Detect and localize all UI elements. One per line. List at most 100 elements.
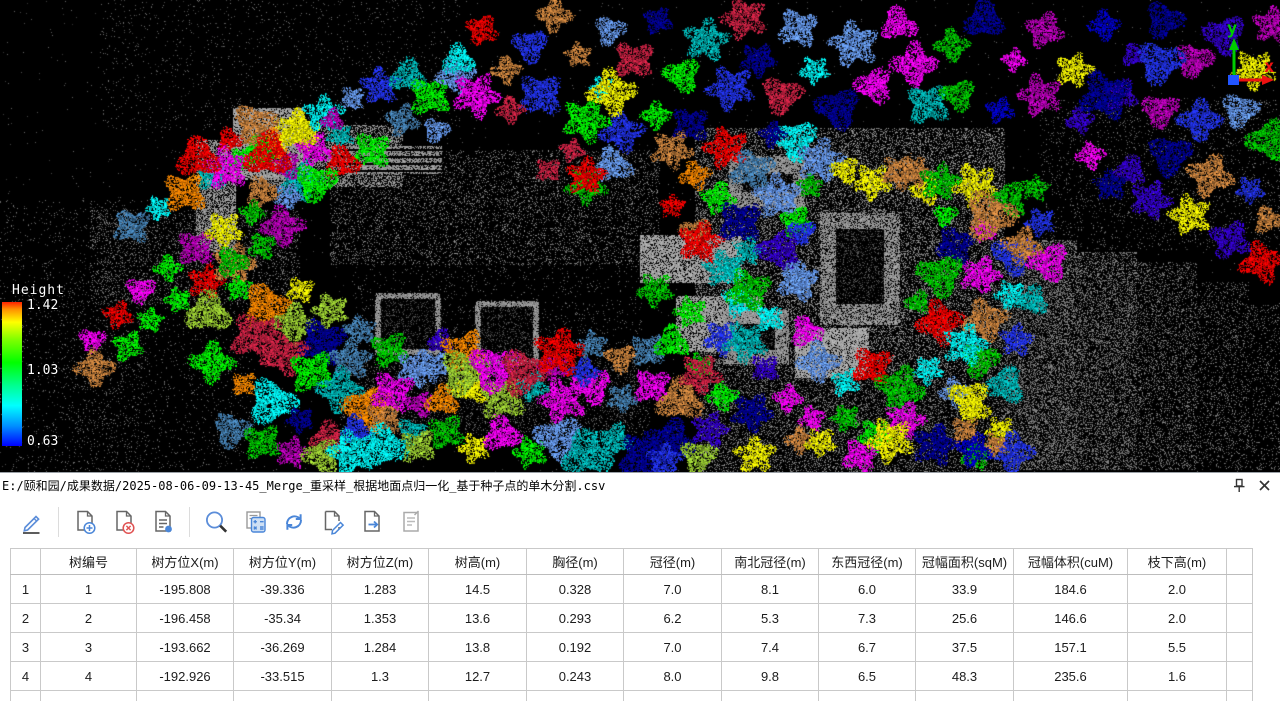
edit-pencil-button[interactable] bbox=[14, 504, 50, 540]
cell[interactable]: -33.515 bbox=[234, 662, 332, 691]
cell[interactable] bbox=[234, 691, 332, 701]
close-icon bbox=[1258, 479, 1271, 492]
cell[interactable]: -36.269 bbox=[234, 633, 332, 662]
statistics-icon bbox=[241, 508, 269, 536]
cell[interactable]: 2.0 bbox=[1128, 575, 1227, 604]
cell[interactable]: 7.4 bbox=[722, 633, 819, 662]
cell[interactable]: 8.1 bbox=[722, 575, 819, 604]
cell[interactable]: 184.6 bbox=[1014, 575, 1128, 604]
cell[interactable] bbox=[1227, 691, 1253, 701]
table-toolbar bbox=[0, 497, 1280, 546]
table-row: 22-196.458-35.341.35313.60.2936.25.37.32… bbox=[11, 604, 1253, 633]
cell[interactable]: 157.1 bbox=[1014, 633, 1128, 662]
cell[interactable]: 48.3 bbox=[916, 662, 1014, 691]
cell[interactable]: 4 bbox=[41, 662, 137, 691]
save-record-button[interactable] bbox=[145, 504, 181, 540]
cell[interactable]: 8.0 bbox=[624, 662, 722, 691]
save-record-icon bbox=[149, 508, 177, 536]
cell[interactable]: 0.293 bbox=[527, 604, 624, 633]
row-number[interactable]: 3 bbox=[11, 633, 41, 662]
modify-record-button[interactable] bbox=[315, 504, 351, 540]
add-record-button[interactable] bbox=[67, 504, 103, 540]
column-header-2[interactable]: 树方位X(m) bbox=[137, 549, 234, 575]
cell[interactable]: 0.328 bbox=[527, 575, 624, 604]
cell[interactable] bbox=[332, 691, 429, 701]
cell[interactable]: 1.284 bbox=[332, 633, 429, 662]
cell[interactable]: 6.7 bbox=[819, 633, 916, 662]
delete-record-button[interactable] bbox=[106, 504, 142, 540]
cell[interactable] bbox=[41, 691, 137, 701]
column-header-9[interactable]: 东西冠径(m) bbox=[819, 549, 916, 575]
cell[interactable]: 146.6 bbox=[1014, 604, 1128, 633]
cell[interactable]: 3 bbox=[41, 633, 137, 662]
export-record-button[interactable] bbox=[354, 504, 390, 540]
cell[interactable] bbox=[722, 691, 819, 701]
cell[interactable]: -35.34 bbox=[234, 604, 332, 633]
cell[interactable]: 25.6 bbox=[916, 604, 1014, 633]
cell[interactable]: -192.926 bbox=[137, 662, 234, 691]
cell[interactable]: 13.6 bbox=[429, 604, 527, 633]
cell[interactable] bbox=[819, 691, 916, 701]
cell[interactable]: 13.8 bbox=[429, 633, 527, 662]
cell[interactable]: 7.3 bbox=[819, 604, 916, 633]
cell[interactable]: 2.0 bbox=[1128, 604, 1227, 633]
cell[interactable] bbox=[527, 691, 624, 701]
column-header-4[interactable]: 树方位Z(m) bbox=[332, 549, 429, 575]
row-number[interactable]: 4 bbox=[11, 662, 41, 691]
refresh-button[interactable] bbox=[276, 504, 312, 540]
column-header-11[interactable]: 冠幅体积(cuM) bbox=[1014, 549, 1128, 575]
cell[interactable] bbox=[11, 691, 41, 701]
cell[interactable]: 2 bbox=[41, 604, 137, 633]
cell[interactable]: 33.9 bbox=[916, 575, 1014, 604]
report-readonly-button[interactable] bbox=[393, 504, 429, 540]
cell[interactable]: 1.6 bbox=[1128, 662, 1227, 691]
cell[interactable] bbox=[916, 691, 1014, 701]
delete-record-icon bbox=[110, 508, 138, 536]
close-panel-button[interactable] bbox=[1256, 477, 1272, 493]
search-button[interactable] bbox=[198, 504, 234, 540]
column-header-3[interactable]: 树方位Y(m) bbox=[234, 549, 332, 575]
cell[interactable] bbox=[624, 691, 722, 701]
column-header-10[interactable]: 冠幅面积(sqM) bbox=[916, 549, 1014, 575]
cell[interactable]: -196.458 bbox=[137, 604, 234, 633]
cell[interactable] bbox=[1014, 691, 1128, 701]
row-number[interactable]: 1 bbox=[11, 575, 41, 604]
cell[interactable]: 1.283 bbox=[332, 575, 429, 604]
cell[interactable] bbox=[137, 691, 234, 701]
cell[interactable]: -39.336 bbox=[234, 575, 332, 604]
point-cloud-viewport[interactable] bbox=[0, 0, 1280, 472]
cell[interactable]: 1.353 bbox=[332, 604, 429, 633]
cell[interactable]: 0.192 bbox=[527, 633, 624, 662]
cell[interactable] bbox=[429, 691, 527, 701]
cell[interactable]: 14.5 bbox=[429, 575, 527, 604]
column-header-6[interactable]: 胸径(m) bbox=[527, 549, 624, 575]
cell[interactable]: 0.243 bbox=[527, 662, 624, 691]
cell[interactable]: 6.2 bbox=[624, 604, 722, 633]
column-header-5[interactable]: 树高(m) bbox=[429, 549, 527, 575]
statistics-button[interactable] bbox=[237, 504, 273, 540]
cell[interactable]: 235.6 bbox=[1014, 662, 1128, 691]
row-header-corner[interactable] bbox=[11, 549, 41, 575]
column-header-7[interactable]: 冠径(m) bbox=[624, 549, 722, 575]
cell[interactable]: 1.3 bbox=[332, 662, 429, 691]
cell[interactable] bbox=[1128, 691, 1227, 701]
add-record-icon bbox=[71, 508, 99, 536]
cell[interactable]: 7.0 bbox=[624, 575, 722, 604]
table-row: 44-192.926-33.5151.312.70.2438.09.86.548… bbox=[11, 662, 1253, 691]
cell[interactable]: -193.662 bbox=[137, 633, 234, 662]
cell[interactable]: 12.7 bbox=[429, 662, 527, 691]
column-header-1[interactable]: 树编号 bbox=[41, 549, 137, 575]
cell[interactable]: 37.5 bbox=[916, 633, 1014, 662]
cell[interactable]: -195.808 bbox=[137, 575, 234, 604]
pin-panel-button[interactable] bbox=[1231, 477, 1247, 493]
row-number[interactable]: 2 bbox=[11, 604, 41, 633]
cell[interactable]: 1 bbox=[41, 575, 137, 604]
cell[interactable]: 9.8 bbox=[722, 662, 819, 691]
cell[interactable]: 5.3 bbox=[722, 604, 819, 633]
cell[interactable]: 6.5 bbox=[819, 662, 916, 691]
cell[interactable]: 7.0 bbox=[624, 633, 722, 662]
cell[interactable]: 5.5 bbox=[1128, 633, 1227, 662]
column-header-12[interactable]: 枝下高(m) bbox=[1128, 549, 1227, 575]
cell[interactable]: 6.0 bbox=[819, 575, 916, 604]
column-header-8[interactable]: 南北冠径(m) bbox=[722, 549, 819, 575]
